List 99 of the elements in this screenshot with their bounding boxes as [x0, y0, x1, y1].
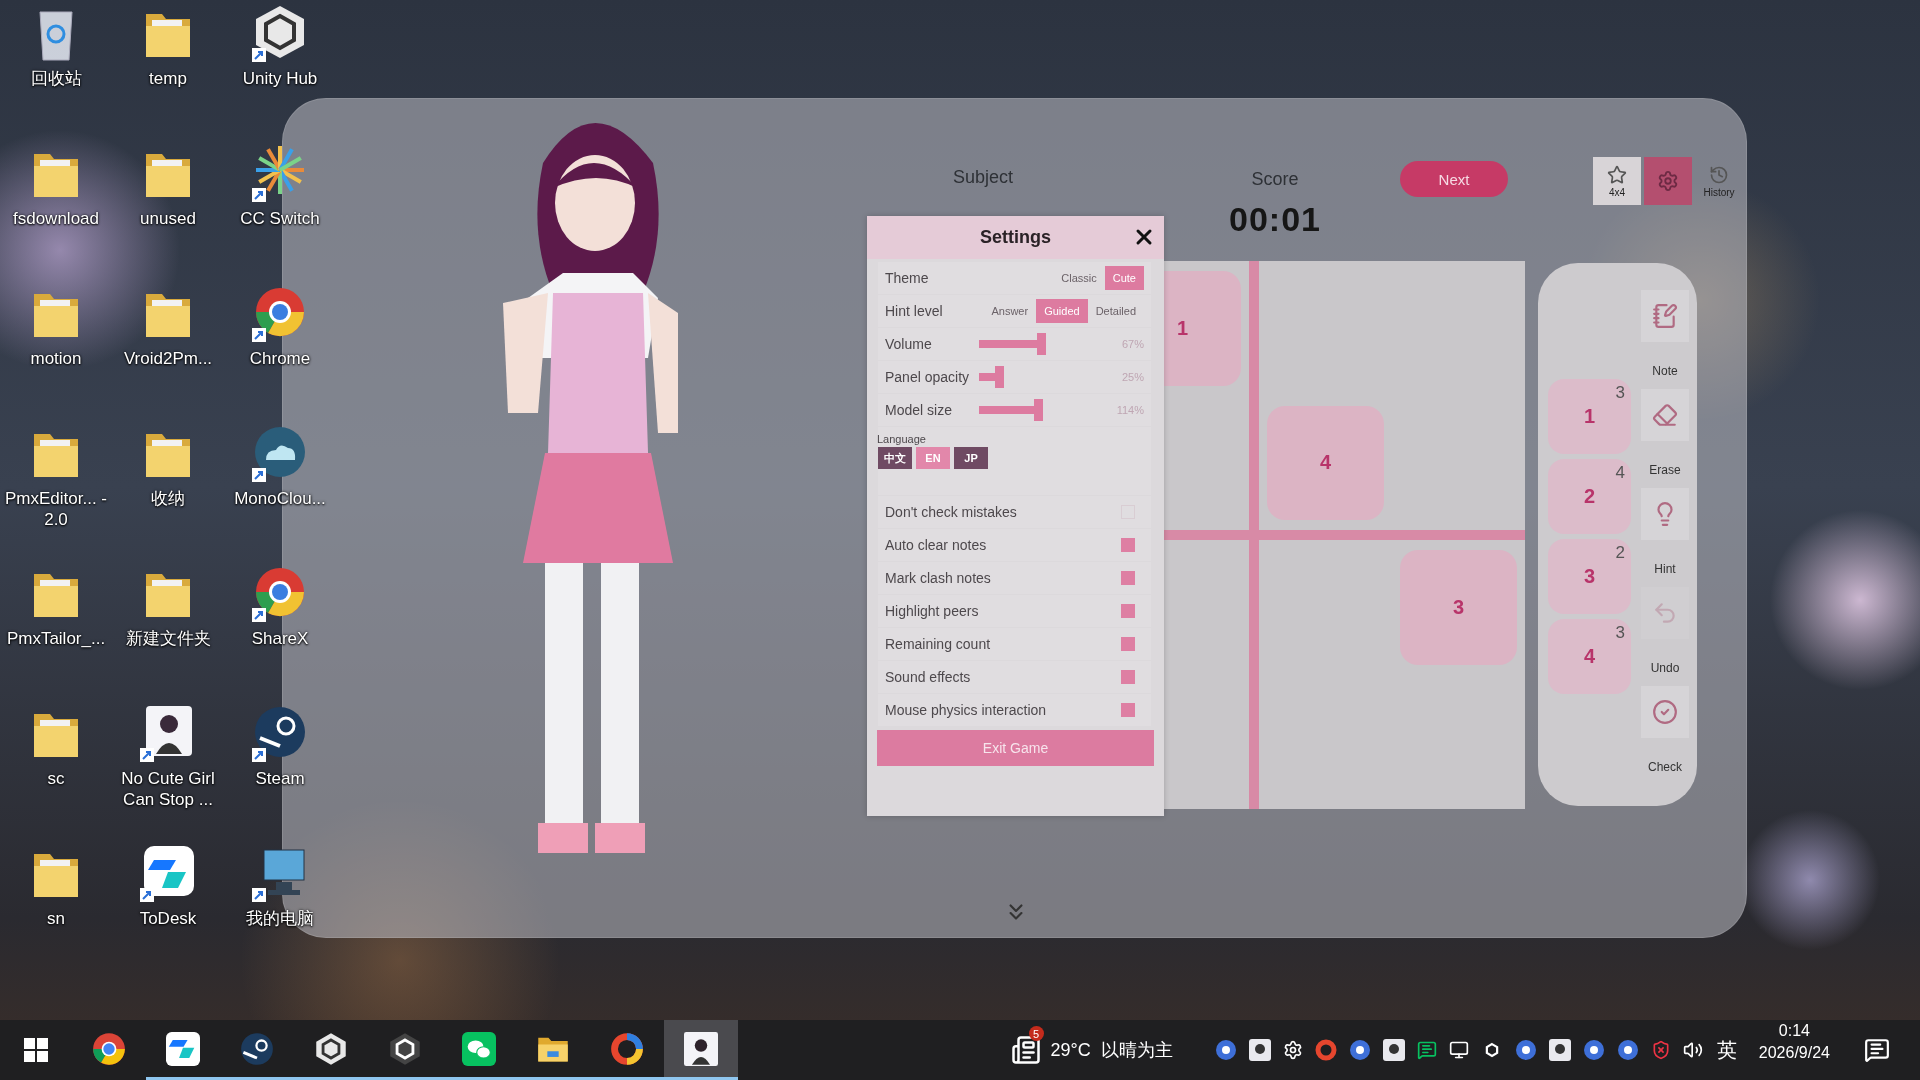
eraser-icon: [1652, 402, 1678, 428]
option-button[interactable]: Answer: [983, 299, 1037, 323]
tray-app-icon[interactable]: [1382, 1039, 1405, 1061]
check-circle-icon: [1652, 699, 1678, 725]
desktop-shortcut[interactable]: No Cute Girl Can Stop ...: [112, 700, 224, 832]
number-button[interactable]: 1 3: [1548, 379, 1631, 454]
ring-icon: [610, 1031, 644, 1066]
desktop-shortcut[interactable]: 收纳: [112, 420, 224, 552]
desktop-shortcut[interactable]: motion: [0, 280, 112, 412]
desktop-shortcut[interactable]: unused: [112, 140, 224, 272]
notepad-icon: [1652, 303, 1678, 329]
remote-desktop-icon: [166, 1031, 200, 1066]
desktop-shortcut[interactable]: fsdownload: [0, 140, 112, 272]
tray-app-icon[interactable]: [1214, 1039, 1237, 1061]
remaining-count: 2: [1615, 543, 1625, 563]
desktop-shortcut[interactable]: PmxEditor... - 2.0: [0, 420, 112, 552]
setting-label: Model size: [885, 402, 953, 418]
desktop-shortcut[interactable]: sn: [0, 840, 112, 972]
four-squares-icon: [24, 1038, 48, 1062]
desktop-shortcut[interactable]: 新建文件夹: [112, 560, 224, 692]
desktop-shortcut[interactable]: sc: [0, 700, 112, 832]
tool-button[interactable]: Check: [1639, 686, 1691, 785]
subject-label: Subject: [953, 167, 1014, 188]
weather-widget[interactable]: 5 29°C 以晴为主: [998, 1020, 1185, 1080]
checkbox[interactable]: [1121, 571, 1135, 585]
option-button[interactable]: Classic: [1053, 266, 1105, 290]
tray-app-icon[interactable]: [1514, 1039, 1537, 1061]
checkbox[interactable]: [1121, 703, 1135, 717]
number-button[interactable]: 4 3: [1548, 619, 1631, 694]
checkbox[interactable]: [1121, 670, 1135, 684]
portrait-icon: [684, 1031, 718, 1066]
tool-button[interactable]: Hint: [1639, 488, 1691, 587]
settings-icon: [1657, 170, 1679, 192]
chat-icon: [462, 1031, 496, 1066]
tray-app-icon[interactable]: [1248, 1039, 1271, 1061]
score-label: Score: [1251, 169, 1299, 190]
setting-label: Highlight peers: [885, 603, 980, 619]
cube-icon: [388, 1031, 422, 1066]
remaining-count: 4: [1615, 463, 1625, 483]
steam-icon: [240, 1031, 274, 1066]
desktop-shortcut[interactable]: Vroid2Pm...: [112, 280, 224, 412]
desktop-shortcut[interactable]: PmxTailor_...: [0, 560, 112, 692]
input-method-indicator[interactable]: 英: [1716, 1036, 1737, 1064]
tray-app-icon[interactable]: [1582, 1039, 1605, 1061]
setting-label: Auto clear notes: [885, 537, 988, 553]
timer: 00:01: [1229, 200, 1321, 239]
taskbar-app-button[interactable]: [664, 1020, 738, 1080]
setting-label: Volume: [885, 336, 933, 352]
toolbar-button[interactable]: 4x4: [1593, 157, 1641, 205]
desktop-shortcut[interactable]: Steam: [224, 700, 336, 832]
settings-title: Settings: [980, 227, 1051, 248]
remaining-count: 3: [1615, 383, 1625, 403]
ring-icon[interactable]: [1314, 1039, 1337, 1061]
weather-text: 以晴为主: [1100, 1039, 1173, 1062]
setting-label: Mouse physics interaction: [885, 702, 1048, 718]
desktop-shortcut[interactable]: MonoClou...: [224, 420, 336, 552]
undo-icon: [1652, 600, 1678, 626]
setting-label: Sound effects: [885, 669, 972, 685]
language-button[interactable]: JP: [954, 447, 988, 469]
toolbar-button[interactable]: History: [1695, 157, 1743, 205]
checkbox[interactable]: [1121, 604, 1135, 618]
tray-app-icon[interactable]: [1348, 1039, 1371, 1061]
tool-button[interactable]: Note: [1639, 290, 1691, 389]
desktop-shortcut[interactable]: temp: [112, 0, 224, 132]
notification-icon: [1864, 1037, 1890, 1063]
number-button[interactable]: 3 2: [1548, 539, 1631, 614]
setting-label: Panel opacity: [885, 369, 971, 385]
cube-icon: [314, 1031, 348, 1066]
browser-icon: [92, 1031, 126, 1066]
volume-icon[interactable]: [1682, 1040, 1703, 1060]
checkbox[interactable]: [1121, 637, 1135, 651]
desktop-shortcut[interactable]: Chrome: [224, 280, 336, 412]
temperature: 29°C: [1050, 1039, 1091, 1061]
history-icon: [1709, 164, 1729, 185]
notification-badge: 5: [1028, 1026, 1044, 1041]
chat-icon[interactable]: [1416, 1040, 1437, 1060]
setting-label: Remaining count: [885, 636, 992, 652]
tray-app-icon[interactable]: [1548, 1039, 1571, 1061]
setting-label: Language: [877, 433, 926, 445]
setting-label: Mark clash notes: [885, 570, 992, 586]
tray-app-icon[interactable]: [1616, 1039, 1639, 1061]
clock[interactable]: 0:14 2026/9/24: [1758, 1020, 1830, 1080]
desktop-shortcut[interactable]: 我的电脑: [224, 840, 336, 972]
gear-icon[interactable]: [1282, 1040, 1303, 1060]
language-button[interactable]: 中文: [878, 447, 912, 469]
checkbox[interactable]: [1121, 538, 1135, 552]
setting-label: Hint level: [885, 303, 944, 319]
desktop-shortcut[interactable]: ToDesk: [112, 840, 224, 972]
desktop-shortcut[interactable]: 回收站: [0, 0, 112, 132]
desktop-shortcut[interactable]: Unity Hub: [224, 0, 336, 132]
network-icon[interactable]: [1448, 1040, 1469, 1060]
setting-label: Don't check mistakes: [885, 504, 1018, 520]
desktop-shortcut[interactable]: ShareX: [224, 560, 336, 692]
star-icon: [1607, 164, 1627, 185]
remaining-count: 3: [1615, 623, 1625, 643]
next-button[interactable]: Next: [1400, 161, 1508, 197]
setting-label: Theme: [885, 270, 930, 286]
number-button[interactable]: 2 4: [1548, 459, 1631, 534]
tool-button[interactable]: Erase: [1639, 389, 1691, 488]
